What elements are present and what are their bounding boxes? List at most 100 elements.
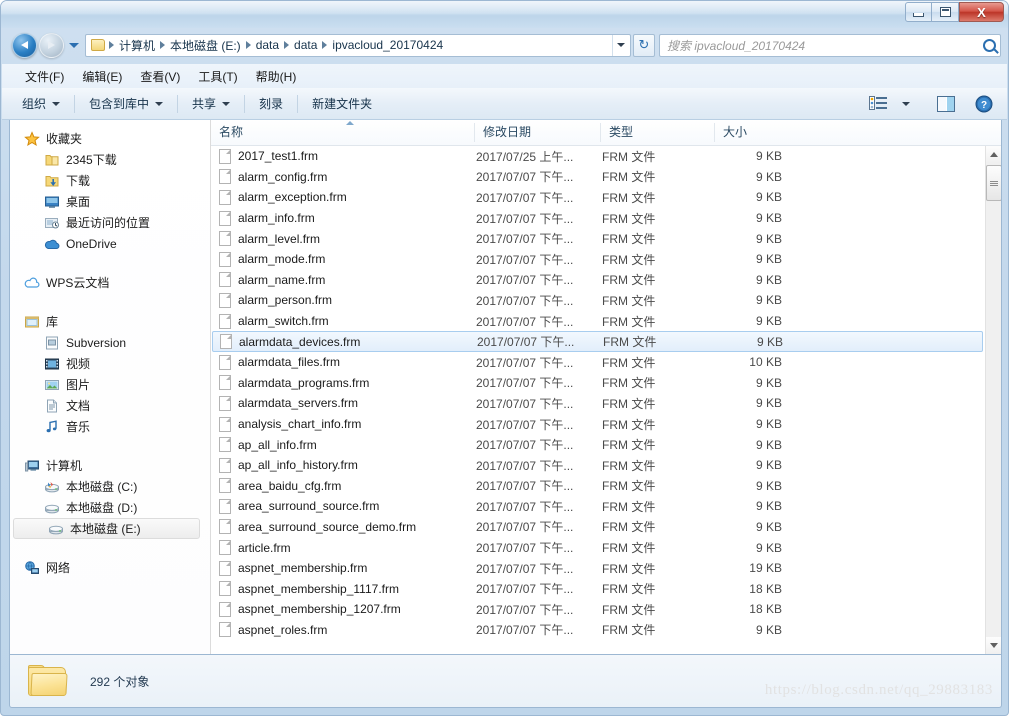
table-row[interactable]: alarmdata_files.frm 2017/07/07 下午... FRM 文… <box>211 352 985 373</box>
sidebar-item-downloads[interactable]: 下载 <box>10 170 210 191</box>
sidebar-item-favorites[interactable]: 收藏夹 <box>10 128 210 149</box>
view-dropdown-button[interactable] <box>893 92 919 116</box>
cell-file-type: FRM 文件 <box>602 479 656 494</box>
sidebar-item-pictures[interactable]: 图片 <box>10 374 210 395</box>
sidebar-item-desktop[interactable]: 桌面 <box>10 191 210 212</box>
breadcrumb-separator[interactable] <box>245 41 251 49</box>
organize-button[interactable]: 组织 <box>14 91 68 116</box>
cell-file-name: area_baidu_cfg.frm <box>219 478 476 494</box>
sidebar-item-documents[interactable]: 文档 <box>10 395 210 416</box>
table-row[interactable]: alarm_switch.frm 2017/07/07 下午... FRM 文件 9 … <box>211 311 985 332</box>
scrollbar-thumb[interactable] <box>986 165 1001 201</box>
table-row[interactable]: alarm_name.frm 2017/07/07 下午... FRM 文件 9 KB <box>211 270 985 291</box>
sidebar-item-music[interactable]: 音乐 <box>10 416 210 437</box>
table-row[interactable]: alarm_config.frm 2017/07/07 下午... FRM 文件 9 … <box>211 167 985 188</box>
file-icon <box>219 272 231 288</box>
sidebar-item-computer[interactable]: 计算机 <box>10 455 210 476</box>
table-row[interactable]: 2017_test1.frm 2017/07/25 上午... FRM 文件 9 KB <box>211 146 985 167</box>
search-box[interactable]: 搜索 ipvacloud_20170424 <box>659 33 1001 57</box>
cell-file-size: 9 KB <box>755 478 782 493</box>
back-button[interactable] <box>12 32 37 58</box>
new-folder-button[interactable]: 新建文件夹 <box>304 91 380 116</box>
list-view-icon[interactable] <box>865 92 891 116</box>
table-row[interactable]: alarm_mode.frm 2017/07/07 下午... FRM 文件 9 KB <box>211 249 985 270</box>
maximize-button[interactable] <box>932 2 959 22</box>
breadcrumb-separator[interactable] <box>109 41 114 49</box>
burn-button[interactable]: 刻录 <box>251 91 291 116</box>
table-row[interactable]: alarm_info.frm 2017/07/07 下午... FRM 文件 9 KB <box>211 208 985 229</box>
breadcrumb-item-4[interactable]: ipvacloud_20170424 <box>328 36 447 54</box>
include-in-library-button[interactable]: 包含到库中 <box>81 91 171 116</box>
column-header-name[interactable]: 名称 <box>211 120 475 145</box>
menu-item-view[interactable]: 查看(V) <box>131 65 189 88</box>
column-header-size[interactable]: 大小 <box>715 120 789 145</box>
column-header-type[interactable]: 类型 <box>601 120 715 145</box>
sidebar-item-drive-c[interactable]: 本地磁盘 (C:) <box>10 476 210 497</box>
sidebar-item-onedrive[interactable]: OneDrive <box>10 233 210 254</box>
table-row[interactable]: alarmdata_servers.frm 2017/07/07 下午... FRM… <box>211 393 985 414</box>
table-row[interactable]: ap_all_info_history.frm 2017/07/07 下午... F… <box>211 455 985 476</box>
menu-item-edit[interactable]: 编辑(E) <box>73 65 131 88</box>
table-row[interactable]: aspnet_membership.frm 2017/07/07 下午... FRM… <box>211 558 985 579</box>
sidebar-item-2345download[interactable]: 2345下载 <box>10 149 210 170</box>
search-input[interactable]: 搜索 ipvacloud_20170424 <box>667 37 983 54</box>
table-row[interactable]: article.frm 2017/07/07 下午... FRM 文件 9 KB <box>211 537 985 558</box>
file-list-pane[interactable]: 名称 修改日期 类型 大小 2017_test1.frm 2017/07/25 上… <box>211 120 1001 654</box>
help-icon[interactable]: ? <box>971 92 997 116</box>
scroll-down-button[interactable] <box>986 637 1001 654</box>
download-folder-icon <box>44 173 60 189</box>
breadcrumb-item-3[interactable]: data <box>290 36 321 54</box>
menu-item-tools[interactable]: 工具(T) <box>189 65 246 88</box>
toolbar-separator <box>74 94 76 113</box>
sidebar-item-libraries[interactable]: 库 <box>10 311 210 332</box>
menu-item-file[interactable]: 文件(F) <box>16 65 73 88</box>
file-list-rows[interactable]: 2017_test1.frm 2017/07/25 上午... FRM 文件 9 KB… <box>211 146 985 654</box>
table-row[interactable]: area_surround_source.frm 2017/07/07 下午...… <box>211 496 985 517</box>
table-row[interactable]: area_baidu_cfg.frm 2017/07/07 下午... FRM 文件… <box>211 476 985 497</box>
share-with-button[interactable]: 共享 <box>184 91 238 116</box>
breadcrumb-separator[interactable] <box>284 41 290 49</box>
file-icon <box>219 148 231 164</box>
navigation-pane[interactable]: 收藏夹 2345下载 下载 桌面 最近访问的位置 OneDrive WPS云文档… <box>10 120 211 654</box>
table-row[interactable]: alarm_level.frm 2017/07/07 下午... FRM 文件 9 K… <box>211 228 985 249</box>
sidebar-item-subversion[interactable]: Subversion <box>10 332 210 353</box>
address-bar[interactable]: 计算机 本地磁盘 (E:) data data ipvacloud_201704… <box>85 33 631 57</box>
sidebar-item-videos[interactable]: 视频 <box>10 353 210 374</box>
table-row[interactable]: ap_all_info.frm 2017/07/07 下午... FRM 文件 9 K… <box>211 434 985 455</box>
breadcrumb-item-1[interactable]: 本地磁盘 (E:) <box>166 35 245 56</box>
sidebar-item-drive-e[interactable]: 本地磁盘 (E:) <box>13 518 200 539</box>
minimize-button[interactable] <box>905 2 932 22</box>
cell-file-type: FRM 文件 <box>602 314 656 329</box>
breadcrumb-item-2[interactable]: data <box>252 36 283 54</box>
table-row[interactable]: aspnet_membership_1117.frm 2017/07/07 下午.… <box>211 578 985 599</box>
close-button[interactable]: X <box>959 2 1004 22</box>
table-row[interactable]: analysis_chart_info.frm 2017/07/07 下午... F… <box>211 414 985 435</box>
table-row[interactable]: area_surround_source_demo.frm 2017/07/07 … <box>211 517 985 538</box>
table-row[interactable]: aspnet_membership_1207.frm 2017/07/07 下午.… <box>211 599 985 620</box>
sidebar-label-computer: 计算机 <box>46 459 83 473</box>
table-row[interactable]: aspnet_roles.frm 2017/07/07 下午... FRM 文件 9 … <box>211 620 985 641</box>
breadcrumb-separator[interactable] <box>322 41 328 49</box>
table-row[interactable]: alarm_person.frm 2017/07/07 下午... FRM 文件 9 … <box>211 290 985 311</box>
table-row[interactable]: alarmdata_devices.frm 2017/07/07 下午... FRM… <box>212 331 983 352</box>
wps-cloud-icon <box>24 275 40 291</box>
sidebar-item-wps-cloud[interactable]: WPS云文档 <box>10 272 210 293</box>
table-row[interactable]: alarmdata_programs.frm 2017/07/07 下午... FR… <box>211 373 985 394</box>
breadcrumb-item-0[interactable]: 计算机 <box>115 35 159 56</box>
table-row[interactable]: alarm_exception.frm 2017/07/07 下午... FRM 文… <box>211 187 985 208</box>
column-header-date[interactable]: 修改日期 <box>475 120 601 145</box>
vertical-scrollbar[interactable] <box>985 146 1001 654</box>
forward-button[interactable] <box>39 32 64 58</box>
cell-file-size: 9 KB <box>755 519 782 534</box>
scroll-up-button[interactable] <box>986 146 1001 163</box>
preview-pane-icon[interactable] <box>933 92 959 116</box>
address-dropdown-button[interactable] <box>612 34 628 56</box>
refresh-button[interactable]: ↻ <box>633 33 655 57</box>
sidebar-item-network[interactable]: 网络 <box>10 557 210 578</box>
sidebar-item-drive-d[interactable]: 本地磁盘 (D:) <box>10 497 210 518</box>
sidebar-item-recent-places[interactable]: 最近访问的位置 <box>10 212 210 233</box>
menu-item-help[interactable]: 帮助(H) <box>247 65 306 88</box>
breadcrumb-separator[interactable] <box>160 41 166 49</box>
history-dropdown-button[interactable] <box>67 35 81 55</box>
